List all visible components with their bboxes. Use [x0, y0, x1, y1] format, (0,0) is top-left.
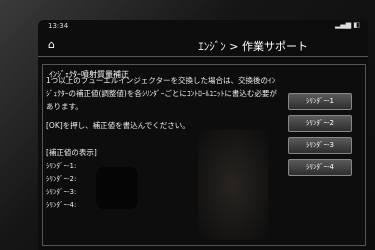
redacted-area [96, 167, 138, 209]
comp-row-3: ｼﾘﾝﾀﾞｰ-3: [46, 188, 77, 196]
cylinder-2-button[interactable]: ｼﾘﾝﾀﾞｰ-2 [288, 115, 352, 132]
screen-glare [198, 130, 268, 240]
cylinder-1-button[interactable]: ｼﾘﾝﾀﾞｰ-1 [288, 93, 352, 110]
page-title: ｴﾝｼﾞﾝ > 作業サポート [198, 40, 308, 53]
comp-row-1: ｼﾘﾝﾀﾞｰ-1: [46, 162, 77, 170]
status-bar: 13:34 ▂▄▆ ◧ [38, 20, 368, 32]
comp-row-4: ｼﾘﾝﾀﾞｰ-4: [46, 201, 77, 209]
instruction-text: 1つ以上のフューエルインジェクターを交換した場合は、交換後のｲﾝｼﾞｪｸﾀｰの補… [46, 76, 277, 111]
cylinder-4-button[interactable]: ｼﾘﾝﾀﾞｰ-4 [288, 159, 352, 176]
home-icon[interactable]: ⌂ [48, 38, 55, 51]
compensation-title: [補正値の表示] [46, 148, 97, 157]
screen: 13:34 ▂▄▆ ◧ ⌂ ｴﾝｼﾞﾝ > 作業サポート ｲﾝｼﾞｪｸﾀｰ噴射質… [38, 20, 368, 250]
status-icons: ▂▄▆ ◧ [335, 21, 360, 29]
comp-row-2: ｼﾘﾝﾀﾞｰ-2: [46, 175, 77, 183]
clock: 13:34 [48, 22, 69, 30]
cylinder-3-button[interactable]: ｼﾘﾝﾀﾞｰ-3 [288, 137, 352, 154]
header: ⌂ ｴﾝｼﾞﾝ > 作業サポート [38, 34, 368, 57]
